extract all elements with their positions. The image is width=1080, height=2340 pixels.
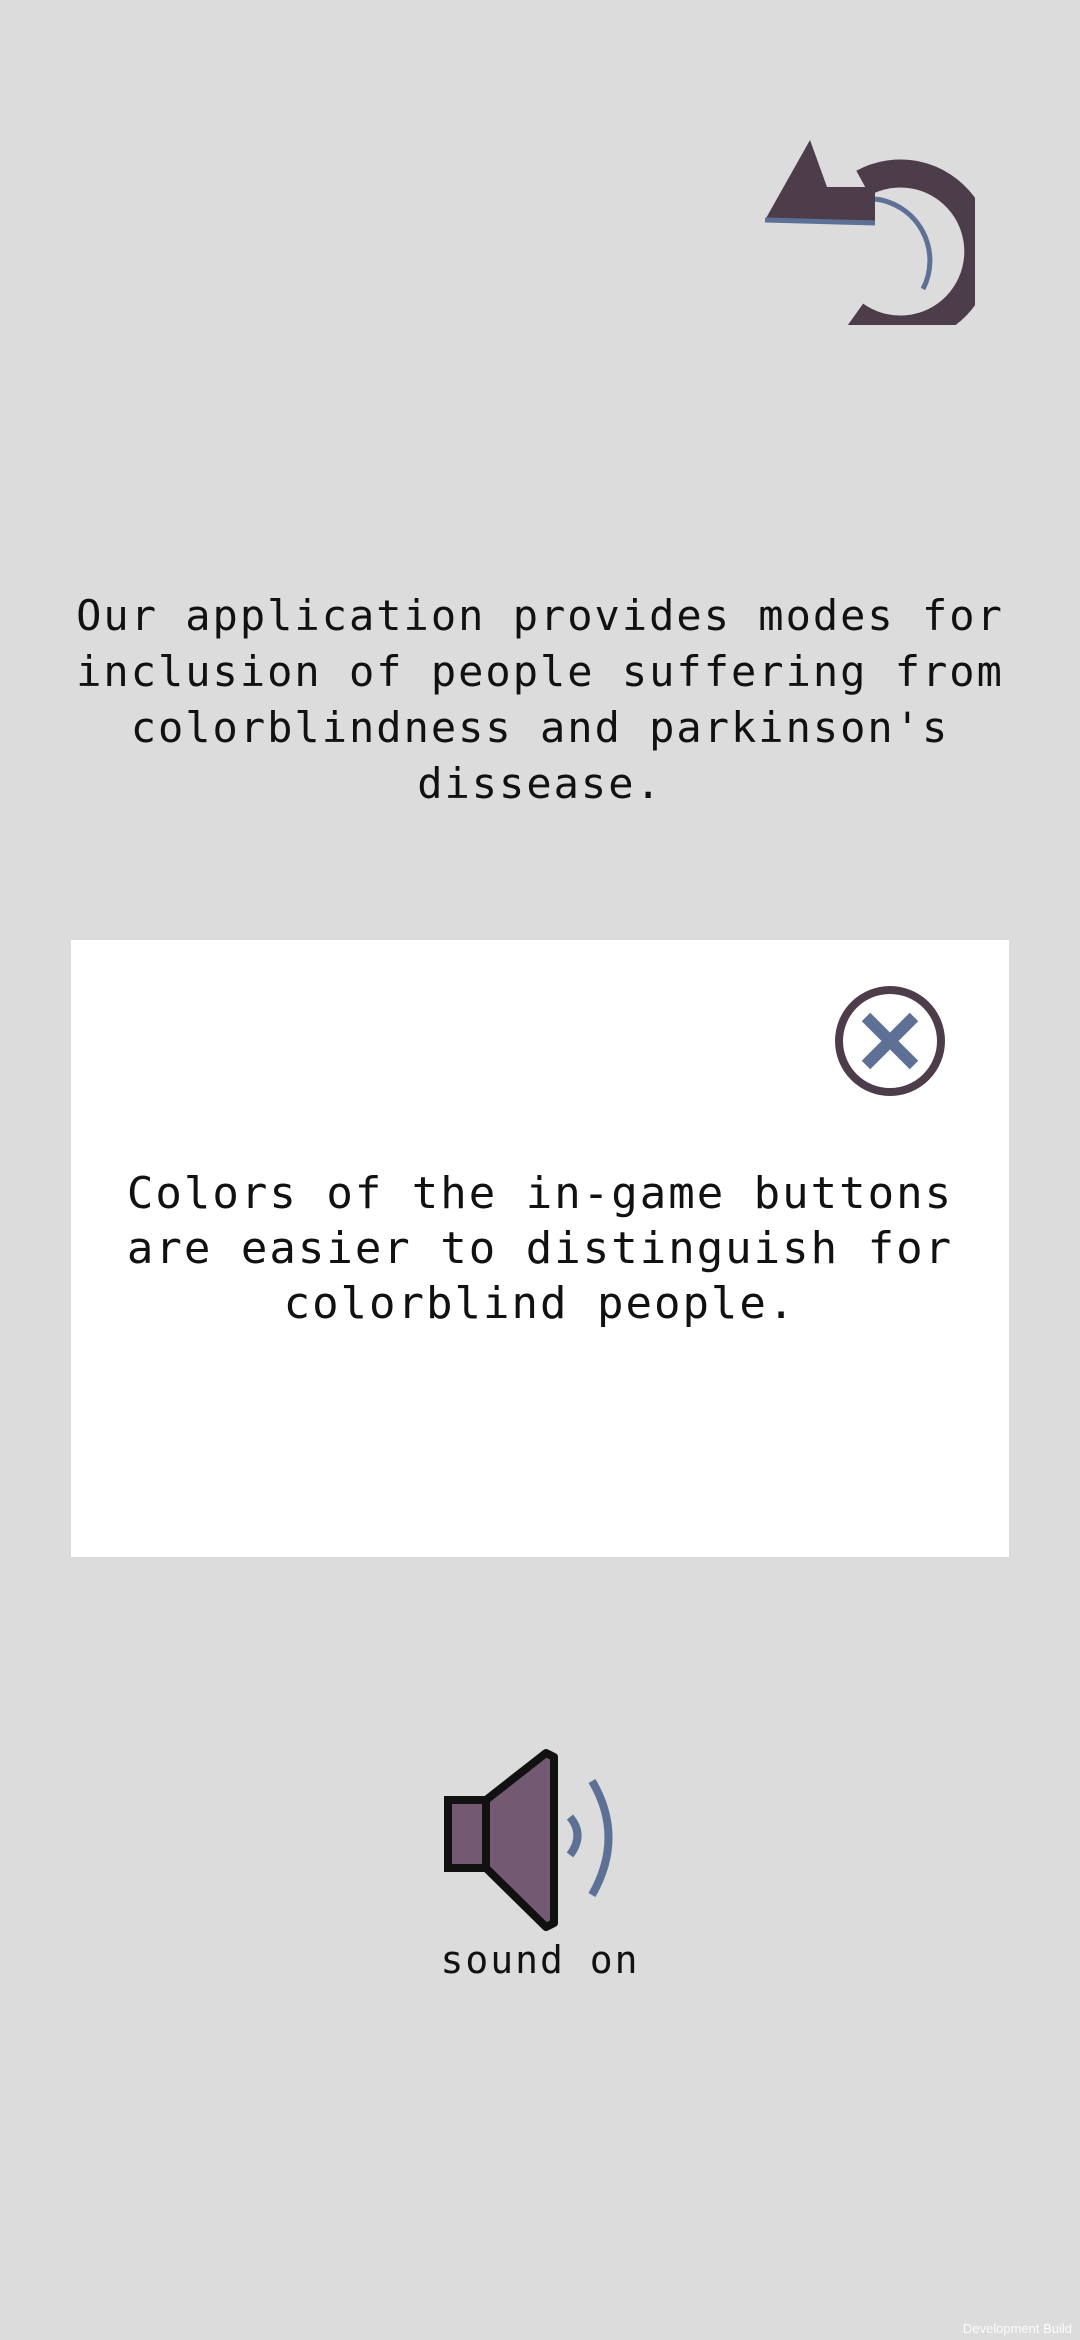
close-x-icon — [835, 986, 945, 1096]
back-button[interactable] — [755, 125, 975, 325]
sound-label: sound on — [440, 1938, 640, 1982]
info-panel: Colors of the in-game buttons are easier… — [71, 940, 1009, 1557]
sound-toggle-button[interactable] — [440, 1745, 640, 1935]
settings-screen: Our application provides modes for inclu… — [0, 0, 1080, 2340]
undo-arrow-icon — [764, 140, 975, 325]
intro-text: Our application provides modes for inclu… — [76, 591, 1004, 808]
close-button[interactable] — [833, 984, 947, 1098]
speaker-icon — [444, 1749, 613, 1931]
development-build-label: Development Build — [962, 2321, 1072, 2336]
mode-description: Colors of the in-game buttons are easier… — [126, 1168, 954, 1329]
